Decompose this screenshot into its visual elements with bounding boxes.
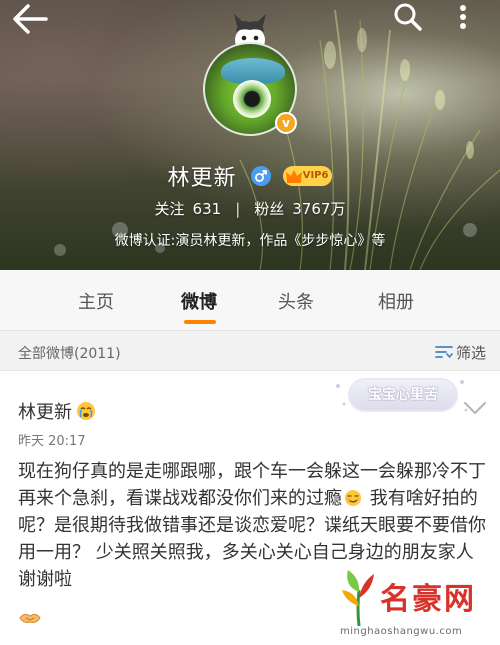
followers-count: 3767万 bbox=[292, 200, 346, 218]
vip-crown-icon bbox=[285, 170, 302, 183]
stat-separator: | bbox=[235, 200, 241, 218]
avatar-eye bbox=[233, 80, 271, 118]
post-author-name: 林更新 bbox=[18, 402, 72, 423]
more-icon[interactable] bbox=[448, 4, 478, 30]
filter-icon bbox=[435, 346, 453, 358]
profile-name-row: 林更新 VIP6 bbox=[0, 160, 500, 192]
tab-album[interactable]: 相册 bbox=[378, 288, 414, 314]
tab-home[interactable]: 主页 bbox=[78, 288, 114, 314]
vip-label: VIP6 bbox=[302, 170, 329, 181]
all-weibo-count: 全部微博(2011) bbox=[18, 346, 121, 362]
verified-badge-icon: v bbox=[275, 112, 297, 134]
following-label: 关注 bbox=[154, 200, 185, 218]
chevron-down-icon[interactable] bbox=[462, 400, 488, 416]
watermark-logo-icon bbox=[342, 570, 374, 627]
site-watermark: 名豪网 minghaoshangwu.com bbox=[330, 562, 500, 645]
followers-stat[interactable]: 粉丝 3767万 bbox=[254, 198, 345, 219]
active-tab-indicator bbox=[184, 320, 216, 324]
verification-text: 微博认证:演员林更新，作品《步步惊心》等 bbox=[114, 233, 386, 249]
profile-tabs: 主页 微博 头条 相册 bbox=[0, 270, 500, 331]
handshake-emoji-icon bbox=[19, 613, 41, 623]
post-author[interactable]: 林更新 bbox=[18, 398, 96, 424]
post-time: 昨天 20:17 bbox=[18, 434, 86, 449]
watermark-title: 名豪网 bbox=[380, 582, 476, 617]
tab-headlines[interactable]: 头条 bbox=[278, 288, 314, 314]
watermark-url: minghaoshangwu.com bbox=[340, 626, 463, 637]
stats-row: 关注 631 | 粉丝 3767万 bbox=[0, 198, 500, 219]
search-icon[interactable] bbox=[390, 2, 424, 32]
filter-label: 筛选 bbox=[455, 344, 486, 362]
profile-name: 林更新 bbox=[167, 166, 237, 191]
filter-bar: 全部微博(2011) 筛选 bbox=[0, 331, 500, 371]
back-arrow-icon[interactable] bbox=[10, 2, 50, 36]
profile-cover: v 林更新 VIP6 关注 631 | 粉丝 3767万 微博认证:演员林更新，作品《步… bbox=[0, 0, 500, 270]
post-sticker: 宝宝心里苦 bbox=[348, 378, 458, 412]
vip-badge[interactable]: VIP6 bbox=[282, 166, 333, 186]
tab-weibo[interactable]: 微博 bbox=[181, 288, 217, 314]
author-crying-emoji-icon bbox=[77, 402, 95, 420]
smirk-emoji-icon bbox=[345, 490, 361, 506]
followers-label: 粉丝 bbox=[254, 200, 285, 218]
filter-button[interactable]: 筛选 bbox=[435, 342, 486, 363]
following-count: 631 bbox=[192, 200, 222, 218]
gender-male-icon bbox=[250, 166, 271, 186]
following-stat[interactable]: 关注 631 bbox=[155, 198, 222, 219]
